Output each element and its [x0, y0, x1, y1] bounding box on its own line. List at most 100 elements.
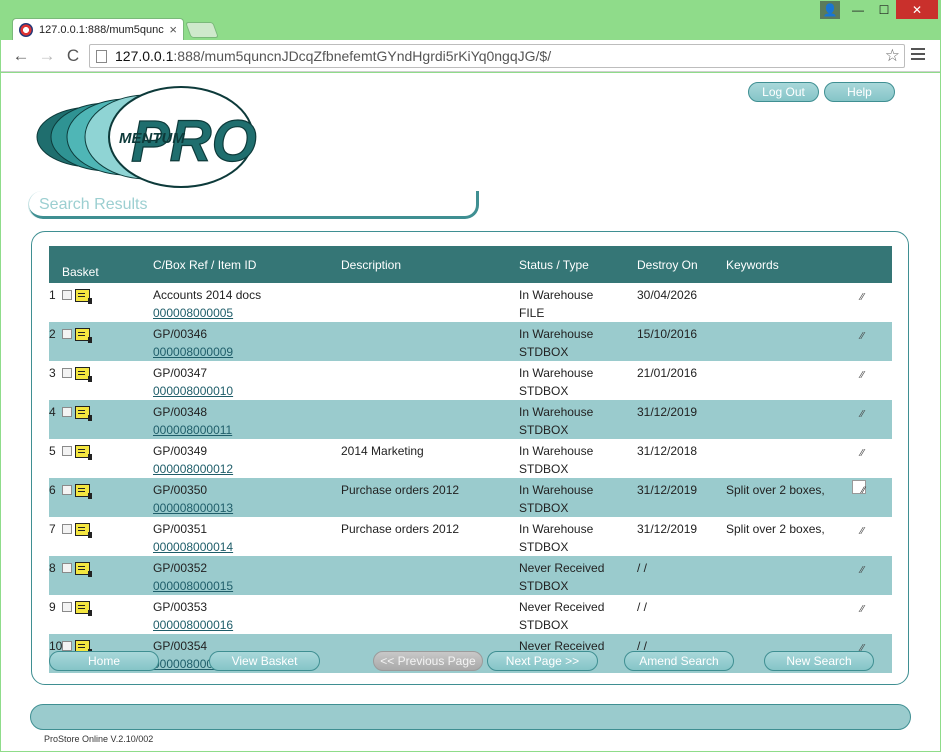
bookmark-star-icon[interactable]: ☆ [885, 46, 900, 66]
add-to-basket-icon[interactable] [75, 601, 92, 616]
item-id-link[interactable]: 000008000011 [153, 423, 232, 437]
status-cell: In Warehouse STDBOX [515, 517, 633, 556]
add-to-basket-icon[interactable] [75, 367, 92, 382]
resize-handle-icon[interactable]: ⁄⁄ [861, 367, 864, 385]
new-search-button[interactable]: New Search [764, 651, 874, 671]
type-text: STDBOX [519, 501, 569, 515]
amend-search-button[interactable]: Amend Search [624, 651, 734, 671]
home-button[interactable]: Home [49, 651, 159, 671]
keywords-expand-icon[interactable]: ⁄⁄ [852, 480, 866, 495]
row-number: 9 [49, 600, 56, 614]
user-profile-icon[interactable]: 👤 [820, 1, 840, 19]
type-text: STDBOX [519, 579, 569, 593]
resize-handle-icon[interactable]: ⁄⁄ [861, 523, 864, 541]
add-to-basket-icon[interactable] [75, 523, 92, 538]
browser-window: 127.0.0.1:888/mum5qunc × 👤 — ☐ ✕ ← → C 1… [0, 0, 941, 752]
add-to-basket-icon[interactable] [75, 562, 92, 577]
select-checkbox[interactable] [62, 641, 72, 651]
forward-arrow-icon[interactable]: → [37, 47, 57, 65]
description-cell [337, 595, 515, 634]
browser-toolbar: ← → C 127.0.0.1:888/mum5quncnJDcqZfbnefe… [1, 40, 940, 72]
select-checkbox[interactable] [62, 446, 72, 456]
resize-handle-icon[interactable]: ⁄⁄ [861, 562, 864, 580]
destroy-on-cell: 31/12/2018 [637, 444, 698, 458]
item-id-link[interactable]: 000008000015 [153, 579, 233, 593]
view-basket-button[interactable]: View Basket [209, 651, 320, 671]
select-checkbox[interactable] [62, 524, 72, 534]
browser-menu-icon[interactable] [911, 48, 925, 62]
table-row: 4 GP/00348 000008000011 In Warehouse STDBOX 3… [49, 400, 892, 439]
destroy-on-cell: 31/12/2019 [637, 405, 698, 419]
select-checkbox[interactable] [62, 368, 72, 378]
description-cell: Purchase orders 2012 [341, 522, 460, 536]
box-ref: GP/00351 [153, 522, 208, 536]
status-cell: Never Received STDBOX [515, 595, 633, 634]
row-number: 2 [49, 327, 56, 341]
resize-handle-icon[interactable]: ⁄⁄ [861, 328, 864, 346]
address-bar[interactable]: 127.0.0.1:888/mum5quncnJDcqZfbnefemtGYnd… [89, 44, 905, 68]
keywords-cell: ⁄⁄ [722, 595, 892, 634]
keywords-text: Split over 2 boxes, [726, 483, 825, 497]
new-tab-button[interactable] [185, 22, 219, 38]
row-number: 1 [49, 288, 56, 302]
type-text: STDBOX [519, 345, 569, 359]
type-text: STDBOX [519, 540, 569, 554]
browser-tab[interactable]: 127.0.0.1:888/mum5qunc × [12, 18, 184, 40]
select-checkbox[interactable] [62, 407, 72, 417]
add-to-basket-icon[interactable] [75, 328, 92, 343]
select-checkbox[interactable] [62, 290, 72, 300]
basket-cell: 1 [49, 283, 149, 322]
item-id-link[interactable]: 000008000005 [153, 306, 233, 320]
resize-handle-icon[interactable]: ⁄⁄ [861, 406, 864, 424]
resize-handle-icon[interactable]: ⁄⁄ [861, 289, 864, 307]
status-text: In Warehouse [519, 444, 594, 458]
add-to-basket-icon[interactable] [75, 406, 92, 421]
add-to-basket-icon[interactable] [75, 484, 92, 499]
item-id-link[interactable]: 000008000016 [153, 618, 233, 632]
destroy-on-cell: 15/10/2016 [637, 327, 698, 341]
help-button[interactable]: Help [824, 82, 895, 102]
column-header-keywords: Keywords [722, 246, 892, 283]
minimize-icon[interactable]: — [844, 0, 872, 20]
item-id-link[interactable]: 000008000010 [153, 384, 233, 398]
resize-handle-icon[interactable]: ⁄⁄ [861, 601, 864, 619]
select-checkbox[interactable] [62, 563, 72, 573]
item-id-link[interactable]: 000008000009 [153, 345, 233, 359]
item-id-link[interactable]: 000008000014 [153, 540, 233, 554]
table-row: 9 GP/00353 000008000016 Never Received STDBO… [49, 595, 892, 634]
maximize-icon[interactable]: ☐ [872, 0, 896, 20]
url-host: 127.0.0.1 [115, 48, 174, 64]
item-id-link[interactable]: 000008000012 [153, 462, 233, 476]
back-arrow-icon[interactable]: ← [11, 47, 31, 65]
add-to-basket-icon[interactable] [75, 445, 92, 460]
column-header-destroy-on: Destroy On [633, 246, 722, 283]
status-cell: In Warehouse FILE [515, 283, 633, 322]
select-checkbox[interactable] [62, 329, 72, 339]
window-close-icon[interactable]: ✕ [896, 0, 938, 19]
add-to-basket-icon[interactable] [75, 289, 92, 304]
table-row: 2 GP/00346 000008000009 In Warehouse STDBOX 1… [49, 322, 892, 361]
type-text: STDBOX [519, 462, 569, 476]
select-checkbox[interactable] [62, 602, 72, 612]
box-ref: GP/00347 [153, 366, 208, 380]
status-cell: In Warehouse STDBOX [515, 439, 633, 478]
destroy-on-cell: 31/12/2019 [637, 522, 698, 536]
logout-button[interactable]: Log Out [748, 82, 819, 102]
reload-icon[interactable]: C [63, 47, 83, 65]
previous-page-button[interactable]: << Previous Page [373, 651, 483, 671]
item-id-link[interactable]: 000008000013 [153, 501, 233, 515]
keywords-cell: ⁄⁄ [722, 361, 892, 400]
column-header-basket: Basket [49, 246, 149, 283]
tab-close-icon[interactable]: × [169, 22, 177, 37]
select-checkbox[interactable] [62, 485, 72, 495]
destroy-on-cell: 31/12/2019 [637, 483, 698, 497]
next-page-button[interactable]: Next Page >> [487, 651, 598, 671]
box-ref: GP/00352 [153, 561, 208, 575]
ref-cell: GP/00346 000008000009 [149, 322, 337, 361]
table-row: 1 Accounts 2014 docs 000008000005 In Wareho… [49, 283, 892, 322]
status-cell: In Warehouse STDBOX [515, 322, 633, 361]
resize-handle-icon[interactable]: ⁄⁄ [861, 445, 864, 463]
destroy-on-cell: / / [637, 600, 648, 614]
promentum-logo: PRO MENTUM [36, 86, 257, 188]
destroy-on-cell: 30/04/2026 [637, 288, 698, 302]
